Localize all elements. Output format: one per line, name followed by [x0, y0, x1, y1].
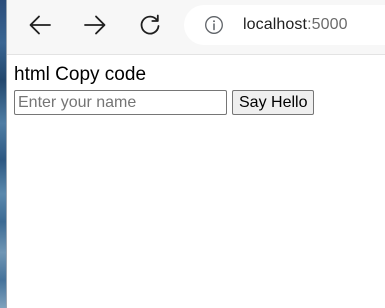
screen: localhost:5000 html Copy code Say Hello — [0, 0, 385, 308]
browser-toolbar: localhost:5000 — [7, 0, 385, 55]
url-port: :5000 — [307, 16, 348, 33]
greeting-form: Say Hello — [14, 90, 315, 115]
page-heading: html Copy code — [14, 64, 147, 85]
refresh-icon — [138, 13, 162, 37]
arrow-left-icon — [28, 14, 52, 36]
url-host: localhost — [243, 16, 308, 33]
url-text: localhost:5000 — [243, 16, 348, 34]
back-button[interactable] — [21, 8, 59, 42]
info-icon[interactable] — [204, 15, 224, 35]
address-bar[interactable]: localhost:5000 — [184, 5, 385, 45]
name-input[interactable] — [14, 90, 227, 115]
refresh-button[interactable] — [131, 8, 169, 42]
desktop-background — [0, 0, 7, 308]
say-hello-button[interactable]: Say Hello — [232, 90, 315, 115]
forward-button[interactable] — [76, 8, 114, 42]
page-content: html Copy code Say Hello — [7, 56, 385, 308]
arrow-right-icon — [83, 14, 107, 36]
